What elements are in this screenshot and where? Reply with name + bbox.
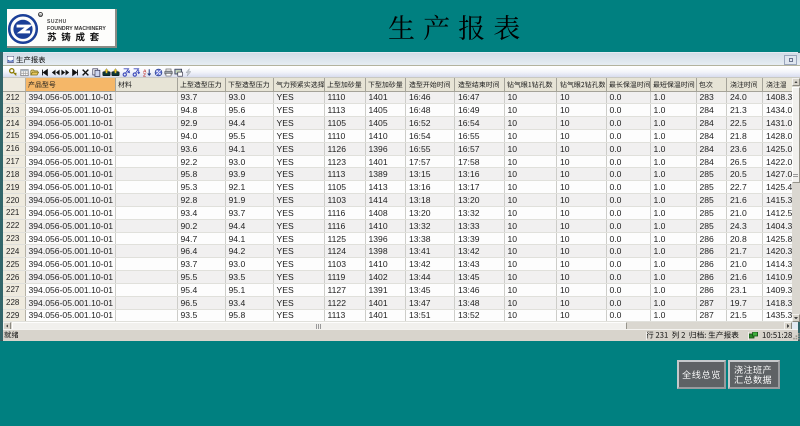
svg-text:Z: Z xyxy=(143,72,146,76)
